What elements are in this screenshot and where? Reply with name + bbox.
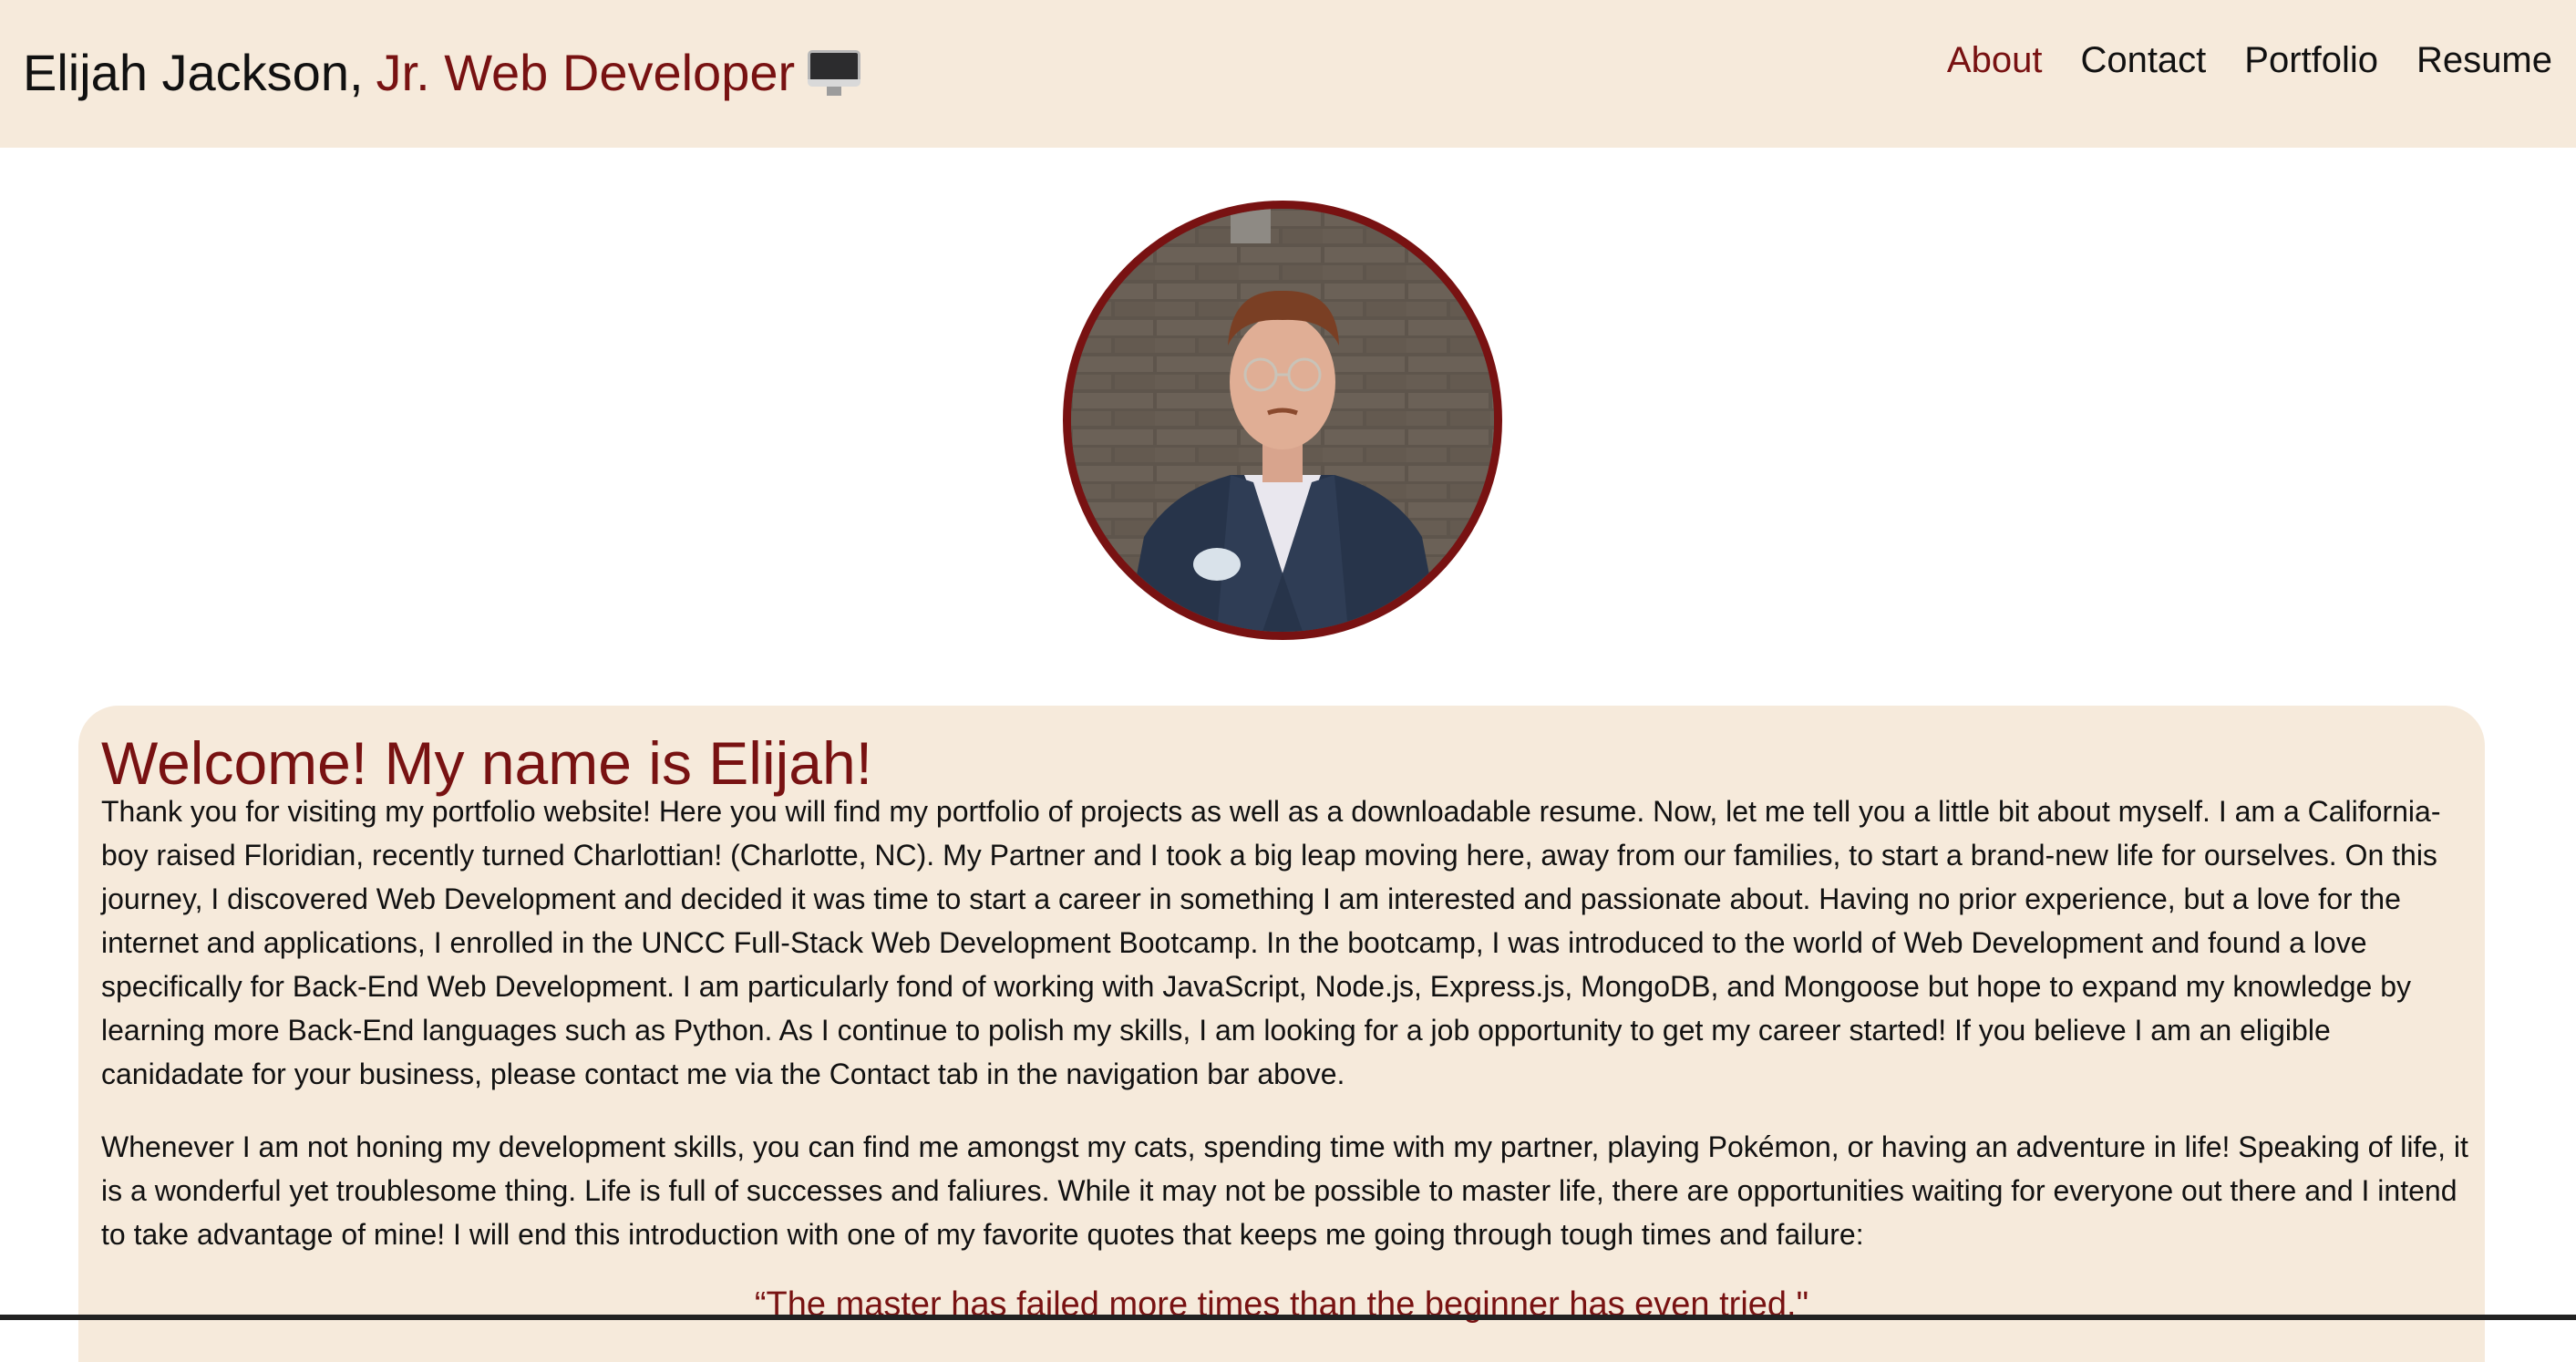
profile-photo-image — [1071, 209, 1494, 632]
site-title: Elijah Jackson, Jr. Web Developer — [23, 40, 861, 106]
favorite-quote: “The master has failed more times than t… — [754, 1285, 1809, 1324]
about-card: Welcome! My name is Elijah! Thank you fo… — [78, 706, 2485, 1362]
site-title-name: Elijah Jackson, — [23, 44, 364, 101]
about-paragraph-hobbies: Whenever I am not honing my development … — [101, 1130, 2468, 1251]
nav-link-contact[interactable]: Contact — [2080, 35, 2206, 86]
nav-link-portfolio[interactable]: Portfolio — [2244, 35, 2378, 86]
site-title-role: Jr. Web Developer — [376, 44, 796, 101]
profile-photo — [1063, 201, 1502, 640]
nav-link-resume[interactable]: Resume — [2416, 35, 2552, 86]
site-header: Elijah Jackson, Jr. Web Developer About … — [0, 0, 2576, 148]
desktop-computer-icon — [808, 50, 861, 96]
window-bottom-edge — [0, 1315, 2576, 1320]
about-paragraph-intro: Thank you for visiting my portfolio webs… — [101, 795, 2441, 1090]
nav-link-about[interactable]: About — [1947, 35, 2043, 86]
main-nav: About Contact Portfolio Resume — [1947, 35, 2552, 86]
